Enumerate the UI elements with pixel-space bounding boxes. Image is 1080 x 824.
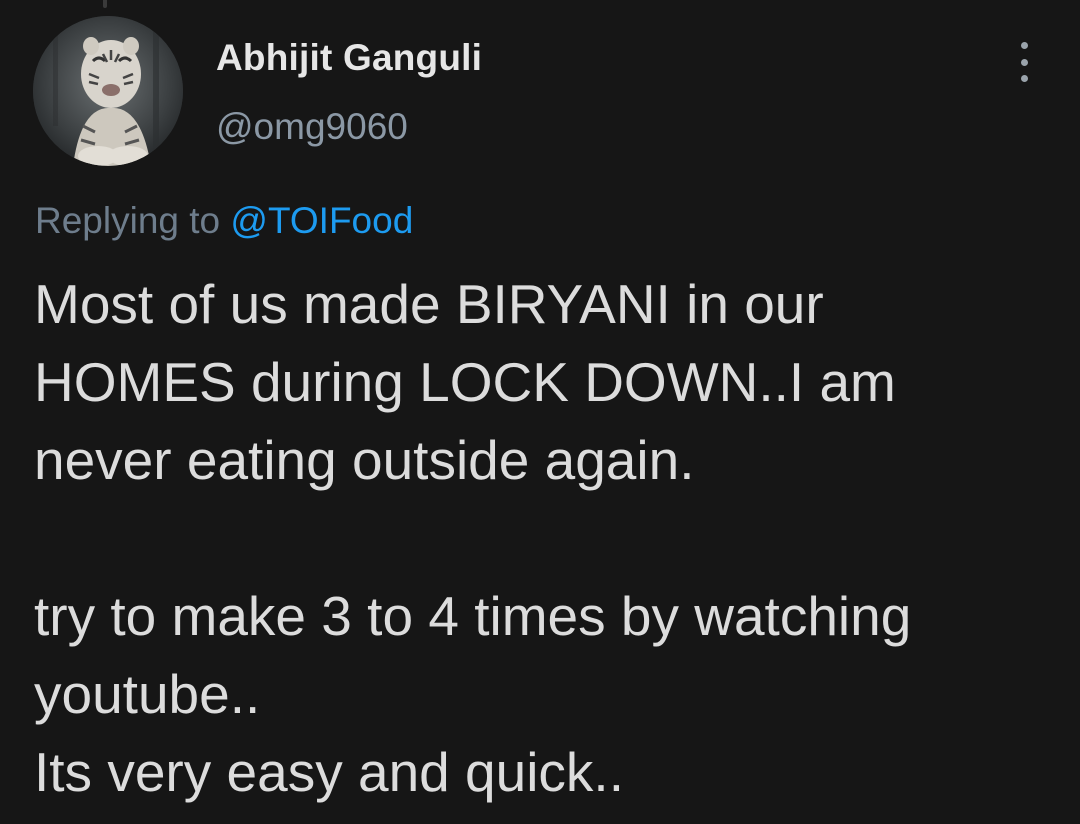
author-name[interactable]: Abhijit Ganguli bbox=[216, 37, 482, 79]
thread-connector-line bbox=[103, 0, 107, 8]
author-handle[interactable]: @omg9060 bbox=[216, 106, 408, 148]
replying-to-label: Replying to bbox=[35, 200, 221, 241]
avatar[interactable] bbox=[33, 16, 183, 166]
more-options-button[interactable] bbox=[1004, 38, 1044, 86]
replying-to-line: Replying to @TOIFood bbox=[35, 200, 413, 242]
tweet-paragraph-1: Most of us made BIRYANI in our HOMES dur… bbox=[34, 273, 896, 491]
more-vertical-icon-dot bbox=[1020, 75, 1028, 82]
more-vertical-icon bbox=[1020, 42, 1028, 49]
reply-mention-link[interactable]: @TOIFood bbox=[230, 200, 413, 241]
tiger-avatar-icon bbox=[33, 16, 183, 166]
tweet-paragraph-2: try to make 3 to 4 times by watching you… bbox=[34, 585, 912, 803]
tweet-body: Most of us made BIRYANI in our HOMES dur… bbox=[34, 265, 1064, 811]
more-vertical-icon-dot bbox=[1020, 58, 1028, 66]
